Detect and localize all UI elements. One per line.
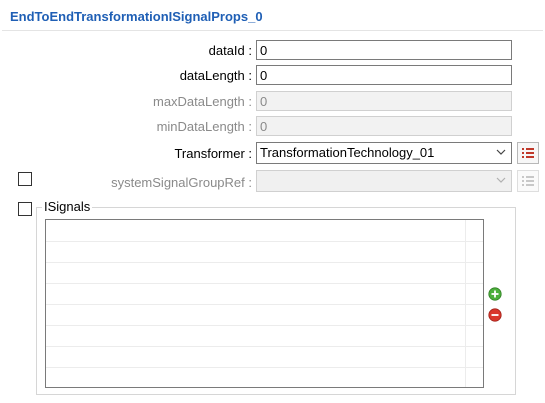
transformer-list-button[interactable]: [517, 142, 539, 164]
maxdatalength-label: maxDataLength :: [152, 94, 252, 109]
list-icon: [522, 148, 534, 158]
list-icon: [522, 176, 534, 186]
table-row: [46, 283, 483, 284]
table-row: [46, 325, 483, 326]
mindatalength-label: minDataLength :: [156, 119, 252, 134]
transformer-selected-value: TransformationTechnology_01: [260, 145, 435, 160]
table-row: [46, 346, 483, 347]
remove-button[interactable]: [488, 308, 502, 322]
systemsignalgroupref-select: [256, 170, 512, 192]
maxdatalength-field: [256, 91, 512, 111]
datalength-field[interactable]: [256, 65, 512, 85]
transformer-select[interactable]: TransformationTechnology_01: [256, 142, 512, 164]
systemsignalgroupref-label: systemSignalGroupRef :: [111, 175, 252, 190]
table-row: [46, 241, 483, 242]
dataid-label: dataId :: [208, 43, 252, 58]
transformer-label: Transformer :: [174, 146, 252, 161]
remove-icon: [488, 308, 502, 322]
systemsignalgroupref-list-button: [517, 170, 539, 192]
properties-panel: EndToEndTransformationISignalProps_0 dat…: [0, 0, 545, 403]
chevron-down-icon: [496, 177, 506, 183]
table-row: [46, 304, 483, 305]
chevron-down-icon: [496, 149, 506, 155]
isignals-checkbox[interactable]: [18, 202, 32, 216]
isignals-table[interactable]: [45, 219, 484, 388]
table-column-divider: [465, 220, 466, 387]
add-icon: [488, 287, 502, 301]
mindatalength-field: [256, 116, 512, 136]
datalength-label: dataLength :: [179, 68, 252, 83]
title-divider: [2, 30, 543, 31]
isignals-legend: ISignals: [42, 199, 93, 214]
page-title: EndToEndTransformationISignalProps_0: [10, 9, 263, 24]
table-row: [46, 262, 483, 263]
dataid-field[interactable]: [256, 40, 512, 60]
add-button[interactable]: [488, 287, 502, 301]
table-row: [46, 367, 483, 368]
